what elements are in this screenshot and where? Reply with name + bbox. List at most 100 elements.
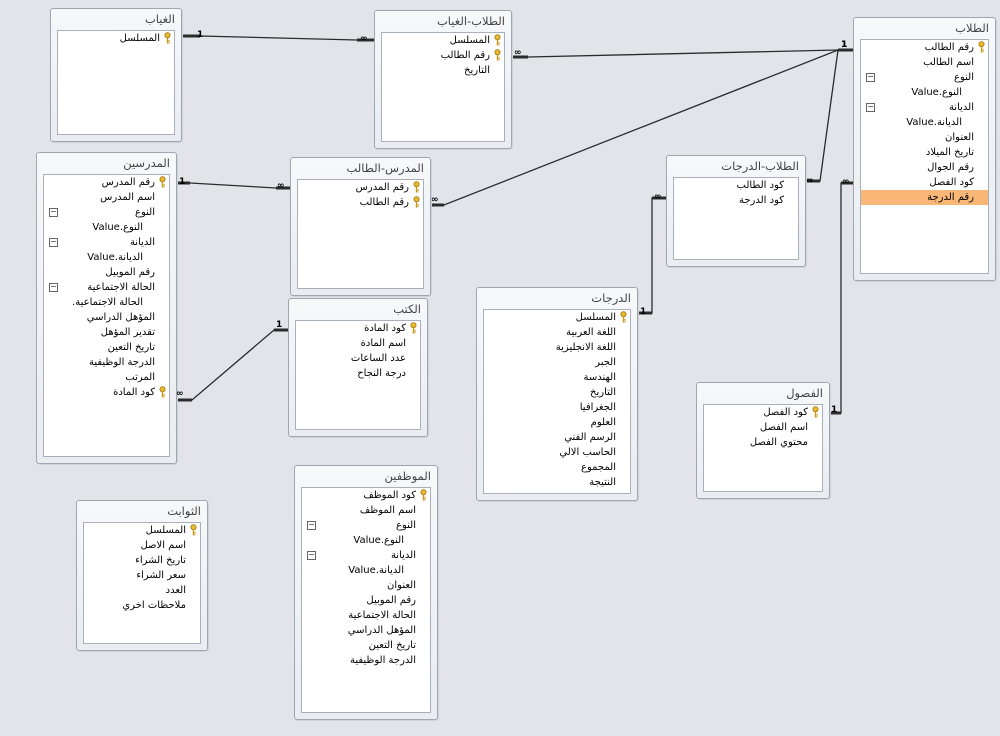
field-row[interactable]: النوع.Value <box>302 533 430 548</box>
table-constants[interactable]: الثوابت المسلسل اسم الاصل تاريخ الشراء سعر … <box>76 500 208 651</box>
field-row[interactable]: اسم المدرس <box>44 190 169 205</box>
table-title[interactable]: الطلاب <box>854 18 995 38</box>
field-row[interactable]: الرسم الفني <box>484 430 630 445</box>
table-classes[interactable]: الفصول كود الفصل اسم الفصل محتوي الفصل <box>696 382 830 499</box>
table-employees[interactable]: الموظفين كود الموظف اسم الموظف النوع − النوع… <box>294 465 438 720</box>
field-list[interactable]: المسلسل رقم الطالب التاريخ <box>381 32 505 142</box>
field-row[interactable]: اللغة الانجليزية <box>484 340 630 355</box>
field-row[interactable]: محتوي الفصل <box>704 435 822 450</box>
table-students-grades[interactable]: الطلاب-الدرجات كود الطالب كود الدرجة <box>666 155 806 267</box>
field-row[interactable]: العدد <box>84 583 200 598</box>
collapse-toggle-icon[interactable]: − <box>866 103 875 112</box>
table-title[interactable]: الكتب <box>289 299 427 319</box>
field-row[interactable]: رقم المدرس <box>298 180 423 195</box>
field-list[interactable]: كود الموظف اسم الموظف النوع − النوع.Value الد… <box>301 487 431 713</box>
field-row[interactable]: رقم الطالب <box>861 40 988 55</box>
field-row[interactable]: اسم المادة <box>296 336 420 351</box>
field-row[interactable]: الحالة الاجتماعية. <box>44 295 169 310</box>
field-row[interactable]: العلوم <box>484 415 630 430</box>
field-row[interactable]: درجة النجاح <box>296 366 420 381</box>
field-list[interactable]: رقم المدرس رقم الطالب <box>297 179 424 289</box>
field-list[interactable]: كود الطالب كود الدرجة <box>673 177 799 260</box>
table-teacher-student[interactable]: المدرس-الطالب رقم المدرس رقم الطالب <box>290 157 431 296</box>
field-list[interactable]: رقم المدرس اسم المدرس النوع − النوع.Value الد… <box>43 174 170 457</box>
field-row[interactable]: الحالة الاجتماعية <box>302 608 430 623</box>
field-row[interactable]: الديانة − <box>44 235 169 250</box>
field-row[interactable]: تاريخ التعين <box>302 638 430 653</box>
table-grades[interactable]: الدرجات المسلسل اللغة العربية اللغة الانجل… <box>476 287 638 501</box>
field-row[interactable]: رقم الطالب <box>382 48 504 63</box>
field-row[interactable]: العنوان <box>861 130 988 145</box>
table-students[interactable]: الطلاب رقم الطالب اسم الطالب النوع − النوع.V… <box>853 17 996 281</box>
field-row[interactable]: كود المادة <box>44 385 169 400</box>
field-row[interactable]: رقم الموبيل <box>44 265 169 280</box>
field-row[interactable]: تاريخ الشراء <box>84 553 200 568</box>
field-row[interactable]: النوع − <box>44 205 169 220</box>
field-row[interactable]: النوع − <box>302 518 430 533</box>
field-row[interactable]: الديانة.Value <box>44 250 169 265</box>
field-row[interactable]: الحالة الاجتماعية − <box>44 280 169 295</box>
field-row[interactable]: الدرجة الوظيفية <box>302 653 430 668</box>
field-list[interactable]: المسلسل اللغة العربية اللغة الانجليزية الجب… <box>483 309 631 494</box>
field-row[interactable]: المؤهل الدراسي <box>302 623 430 638</box>
field-row[interactable]: المؤهل الدراسي <box>44 310 169 325</box>
field-row[interactable]: المسلسل <box>84 523 200 538</box>
field-row[interactable]: المسلسل <box>58 31 174 46</box>
table-title[interactable]: الطلاب-الدرجات <box>667 156 805 176</box>
field-row[interactable]: النوع − <box>861 70 988 85</box>
field-row[interactable]: كود الطالب <box>674 178 798 193</box>
field-row[interactable]: الديانة.Value <box>302 563 430 578</box>
table-title[interactable]: المدرس-الطالب <box>291 158 430 178</box>
field-row[interactable]: الهندسة <box>484 370 630 385</box>
field-row[interactable]: الحاسب الالي <box>484 445 630 460</box>
field-row[interactable]: تقدير المؤهل <box>44 325 169 340</box>
field-row[interactable]: كود الفصل <box>861 175 988 190</box>
field-row[interactable]: اسم الطالب <box>861 55 988 70</box>
field-row[interactable]: سعر الشراء <box>84 568 200 583</box>
field-row[interactable]: اللغة العربية <box>484 325 630 340</box>
field-row[interactable]: رقم الطالب <box>298 195 423 210</box>
field-row[interactable]: المجموع <box>484 460 630 475</box>
field-row[interactable]: رقم الدرجة <box>861 190 988 205</box>
field-row[interactable]: رقم الجوال <box>861 160 988 175</box>
field-list[interactable]: كود الفصل اسم الفصل محتوي الفصل <box>703 404 823 492</box>
table-books[interactable]: الكتب كود المادة اسم المادة عدد الساعات درج… <box>288 298 428 437</box>
field-row[interactable]: رقم الموبيل <box>302 593 430 608</box>
field-row[interactable]: كود المادة <box>296 321 420 336</box>
table-title[interactable]: الفصول <box>697 383 829 403</box>
field-row[interactable]: العنوان <box>302 578 430 593</box>
table-title[interactable]: المدرسين <box>37 153 176 173</box>
field-row[interactable]: تاريخ التعين <box>44 340 169 355</box>
table-title[interactable]: الدرجات <box>477 288 637 308</box>
field-row[interactable]: المسلسل <box>484 310 630 325</box>
field-row[interactable]: النوع.Value <box>44 220 169 235</box>
field-row[interactable]: النوع.Value <box>861 85 988 100</box>
collapse-toggle-icon[interactable]: − <box>307 521 316 530</box>
collapse-toggle-icon[interactable]: − <box>866 73 875 82</box>
collapse-toggle-icon[interactable]: − <box>307 551 316 560</box>
field-row[interactable]: ملاحظات اخري <box>84 598 200 613</box>
collapse-toggle-icon[interactable]: − <box>49 283 58 292</box>
field-row[interactable]: الديانة − <box>302 548 430 563</box>
collapse-toggle-icon[interactable]: − <box>49 208 58 217</box>
field-row[interactable]: الديانة.Value <box>861 115 988 130</box>
field-row[interactable]: كود الموظف <box>302 488 430 503</box>
table-title[interactable]: الغياب <box>51 9 181 29</box>
field-row[interactable]: التاريخ <box>484 385 630 400</box>
field-row[interactable]: عدد الساعات <box>296 351 420 366</box>
table-teachers[interactable]: المدرسين رقم المدرس اسم المدرس النوع − النوع… <box>36 152 177 464</box>
collapse-toggle-icon[interactable]: − <box>49 238 58 247</box>
table-absence[interactable]: الغياب المسلسل <box>50 8 182 142</box>
field-row[interactable]: المرتب <box>44 370 169 385</box>
field-row[interactable]: اسم الفصل <box>704 420 822 435</box>
field-row[interactable]: كود الفصل <box>704 405 822 420</box>
field-row[interactable]: رقم المدرس <box>44 175 169 190</box>
field-row[interactable]: الدرجة الوظيفية <box>44 355 169 370</box>
field-row[interactable]: اسم الموظف <box>302 503 430 518</box>
table-title[interactable]: الموظفين <box>295 466 437 486</box>
field-row[interactable]: المسلسل <box>382 33 504 48</box>
table-students-absence[interactable]: الطلاب-الغياب المسلسل رقم الطالب التاريخ <box>374 10 512 149</box>
field-row[interactable]: النتيجة <box>484 475 630 490</box>
field-list[interactable]: المسلسل <box>57 30 175 135</box>
field-list[interactable]: المسلسل اسم الاصل تاريخ الشراء سعر الشراء ال… <box>83 522 201 644</box>
